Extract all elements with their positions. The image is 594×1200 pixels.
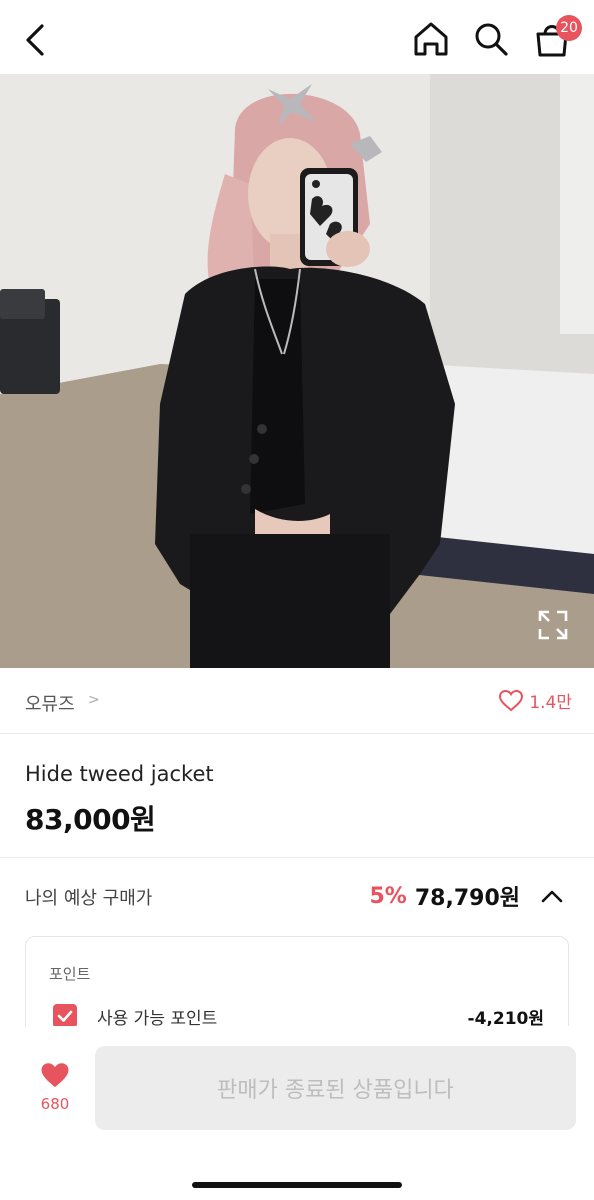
chevron-up-icon [541, 890, 563, 903]
product-title: Hide tweed jacket [25, 762, 214, 786]
expected-price-toggle[interactable]: 5% 78,790원 [370, 880, 567, 912]
points-title: 포인트 [49, 965, 91, 983]
check-icon [57, 1010, 73, 1022]
sold-out-button[interactable]: 판매가 종료된 상품입니다 [95, 1046, 576, 1130]
top-bar: 20 [0, 0, 594, 74]
divider [0, 857, 594, 858]
home-icon[interactable] [410, 18, 452, 60]
expected-price-label: 나의 예상 구매가 [25, 888, 153, 909]
product-page: 20 오뮤즈 > 1.4만 Hide tweed jacket 83,000원 … [0, 0, 594, 1200]
product-price: 83,000원 [25, 803, 156, 836]
points-checkbox[interactable] [53, 1004, 77, 1028]
product-image[interactable] [0, 74, 594, 668]
discount-rate: 5% [369, 883, 407, 909]
chevron-right-icon: > [88, 692, 100, 708]
expected-price: 78,790원 [414, 886, 520, 911]
brand-link[interactable]: 오뮤즈 [25, 690, 75, 716]
wishlist-button[interactable]: 1.4만 [499, 688, 572, 713]
cart-count-badge: 20 [556, 15, 582, 41]
brand-row: 오뮤즈 > 1.4만 [0, 668, 594, 734]
heart-filled-icon [41, 1063, 69, 1088]
search-icon[interactable] [470, 18, 512, 60]
expand-icon[interactable] [536, 608, 570, 642]
back-icon[interactable] [18, 20, 54, 60]
home-indicator [192, 1182, 402, 1188]
favorite-button[interactable]: 680 [34, 1062, 76, 1113]
heart-outline-icon [499, 689, 524, 711]
favorite-count: 680 [40, 1095, 70, 1113]
bottom-action-bar: 680 판매가 종료된 상품입니다 [0, 1026, 594, 1200]
likes-count: 1.4만 [529, 693, 572, 713]
